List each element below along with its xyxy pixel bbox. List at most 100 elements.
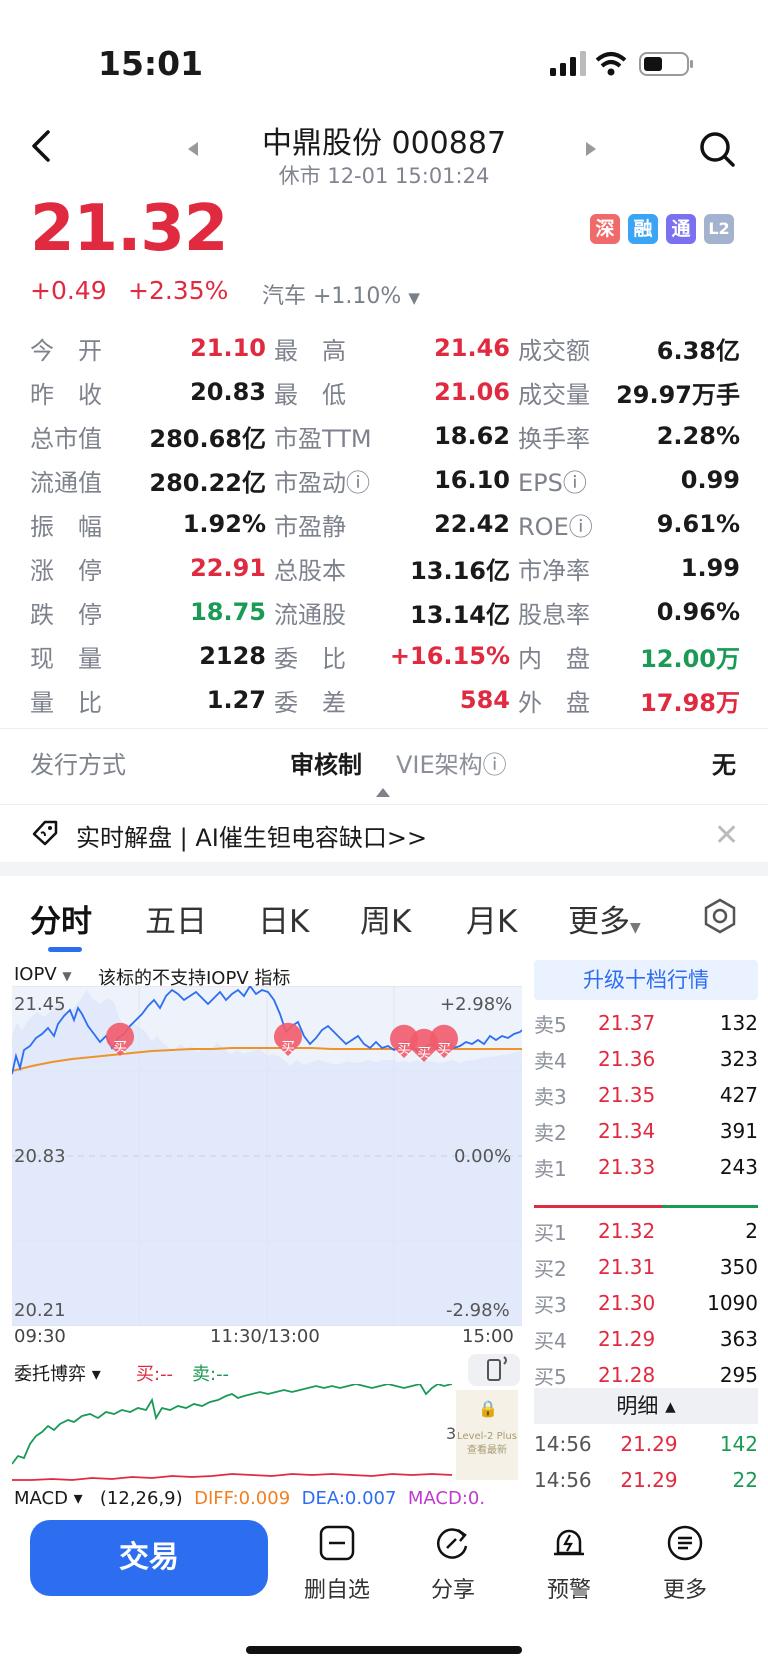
sector-dropdown[interactable]: 汽车 +1.10% ▼ (262, 278, 420, 310)
remove-watchlist-button[interactable]: 删自选 (292, 1524, 382, 1604)
ask-price: 21.35 (598, 1083, 656, 1107)
bid-vol: 295 (719, 1363, 758, 1387)
stat-value: 18.75 (190, 598, 266, 626)
stat-value: 13.14亿 (410, 600, 510, 629)
ask-name: 卖1 (534, 1156, 567, 1181)
bid-vol: 363 (719, 1327, 758, 1351)
collapse-icon[interactable] (376, 788, 390, 797)
detail-toggle[interactable]: 明细 ▴ (534, 1388, 758, 1424)
more-button[interactable]: 更多 (640, 1524, 730, 1604)
ask-vol: 132 (719, 1011, 758, 1035)
stat-cell: 跌 停 18.75 (30, 595, 274, 630)
stats-row: 流通值 280.22亿 市盈动ⓘ 16.10 EPSⓘ 0.99 (30, 458, 740, 502)
stat-label: 流通股 (274, 600, 346, 629)
share-button[interactable]: 分享 (408, 1524, 498, 1604)
bid-name: 买5 (534, 1364, 567, 1389)
stat-cell: 流通值 280.22亿 (30, 463, 274, 498)
trade-button[interactable]: 交易 (30, 1520, 268, 1596)
stat-label: ROEⓘ (518, 512, 593, 541)
rotate-screen-icon[interactable] (468, 1354, 520, 1386)
stat-value: 29.97万手 (616, 380, 740, 409)
stat-value: 21.46 (434, 334, 510, 362)
badge-rong[interactable]: 融 (628, 214, 658, 244)
stats-row: 总市值 280.68亿 市盈TTM 18.62 换手率 2.28% (30, 414, 740, 458)
more-label: 更多 (662, 1578, 707, 1603)
stat-cell: 市盈静 22.42 (274, 507, 518, 542)
stat-label: 委 比 (274, 644, 346, 673)
vie-label[interactable]: VIE架构ⓘ (396, 745, 507, 780)
lock-icon: 🔒 (478, 1399, 498, 1418)
stat-cell: 委 比 +16.15% (274, 639, 518, 674)
ask-price: 21.37 (598, 1011, 656, 1035)
stat-value: 584 (459, 686, 510, 714)
share-icon (437, 1528, 468, 1559)
stat-value: 2.28% (656, 422, 740, 450)
stat-label: 涨 停 (30, 556, 102, 585)
tick-vol: 22 (732, 1468, 758, 1492)
stat-cell: 股息率 0.96% (518, 595, 740, 630)
iopv-dropdown[interactable]: IOPV ▼ (14, 964, 72, 985)
order-battle-dropdown[interactable]: 委托博弈 ▾ (14, 1360, 101, 1386)
stat-cell: EPSⓘ 0.99 (518, 463, 740, 498)
bid-name: 买4 (534, 1328, 567, 1353)
tab-intraday[interactable]: 分时 (30, 896, 92, 941)
bid-row: 买4 21.29 363 (534, 1320, 758, 1358)
tab-weekly-k[interactable]: 周K (360, 896, 411, 941)
next-stock-icon[interactable] (586, 142, 596, 156)
stat-value: 0.96% (656, 598, 740, 626)
upgrade-l10-button[interactable]: 升级十档行情 (534, 960, 758, 1000)
vie-value: 无 (712, 751, 736, 779)
share-label: 分享 (430, 1578, 475, 1603)
bid-price: 21.28 (598, 1363, 656, 1387)
stat-cell: 市净率 1.99 (518, 551, 740, 586)
stat-cell: 今 开 21.10 (30, 331, 274, 366)
intraday-chart[interactable]: 买 买 买 买 买 (11, 984, 523, 1330)
stat-value: +16.15% (389, 642, 510, 670)
spread-bar-bid (534, 1205, 662, 1208)
stat-cell: 最 低 21.06 (274, 375, 518, 410)
stat-label: 成交量 (518, 380, 590, 409)
tab-indicator (48, 947, 82, 952)
badge-tong[interactable]: 通 (666, 214, 696, 244)
level2-plus-label: Level-2 Plus (457, 1431, 517, 1442)
divider (0, 728, 768, 729)
ask-name: 卖4 (534, 1048, 567, 1073)
stat-cell: 量 比 1.27 (30, 683, 274, 718)
alert-button[interactable]: 预警 (524, 1524, 614, 1604)
ask-row: 卖5 21.37 132 (534, 1004, 758, 1042)
tab-more[interactable]: 更多▼ (568, 896, 641, 941)
stat-cell: 委 差 584 (274, 683, 518, 718)
stat-cell: 总股本 13.16亿 (274, 551, 518, 586)
pct-axis-mid: 0.00% (454, 1146, 512, 1167)
badge-shen[interactable]: 深 (590, 214, 620, 244)
tab-daily-k[interactable]: 日K (258, 896, 309, 941)
stat-cell: 流通股 13.14亿 (274, 595, 518, 630)
iopv-label: IOPV (14, 964, 57, 985)
ask-price: 21.34 (598, 1119, 656, 1143)
tab-five-day[interactable]: 五日 (145, 896, 207, 941)
pct-axis-low: -2.98% (446, 1300, 510, 1321)
stat-cell: 内 盘 12.00万 (518, 639, 740, 674)
level2-plus-promo[interactable]: 🔒 Level-2 Plus 查看最新 (456, 1390, 518, 1480)
stat-label: 振 幅 (30, 512, 102, 541)
more-icon (667, 1525, 703, 1561)
stat-label: 总市值 (30, 424, 102, 453)
stat-cell: 昨 收 20.83 (30, 375, 274, 410)
stat-cell: 最 高 21.46 (274, 331, 518, 366)
bid-name: 买3 (534, 1292, 567, 1317)
ask-name: 卖5 (534, 1012, 567, 1037)
tab-monthly-k[interactable]: 月K (466, 896, 517, 941)
bid-price: 21.32 (598, 1219, 656, 1243)
bid-price: 21.31 (598, 1255, 656, 1279)
chart-settings-icon[interactable] (702, 898, 738, 938)
badge-l2[interactable]: L2 (704, 214, 734, 244)
search-icon[interactable] (698, 130, 738, 174)
stat-cell: 换手率 2.28% (518, 419, 740, 454)
ai-insight-link[interactable]: 实时解盘 | AI催生钽电容缺口>> (76, 818, 427, 853)
stat-cell: 市盈TTM 18.62 (274, 419, 518, 454)
stat-value: 22.42 (434, 510, 510, 538)
close-icon[interactable]: ✕ (714, 818, 739, 853)
time-end: 15:00 (462, 1326, 514, 1347)
pct-axis-high: +2.98% (440, 994, 513, 1015)
stat-cell: 成交额 6.38亿 (518, 331, 740, 366)
